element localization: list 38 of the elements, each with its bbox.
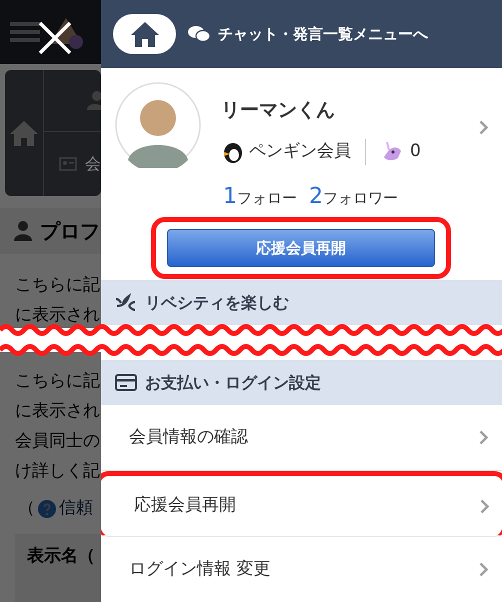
home-button[interactable] — [113, 14, 176, 54]
help-icon — [38, 500, 56, 518]
resume-membership-button[interactable]: 応援会員再開 — [167, 229, 435, 267]
home-icon — [128, 20, 160, 48]
follow-count[interactable]: 1 — [223, 180, 237, 213]
chevron-right-icon — [479, 120, 488, 135]
paragraph-line: け詳しく記 — [14, 460, 101, 483]
leaf-icon — [115, 293, 137, 312]
section-heading: リベシティを楽しむ — [145, 292, 289, 314]
section-title: プロフ — [40, 218, 100, 245]
chevron-right-icon — [479, 430, 488, 445]
follower-label: フォロワー — [323, 188, 398, 209]
tile-label[interactable]: 会 — [85, 152, 101, 176]
paragraph-line: 会員同士の — [14, 430, 101, 453]
follower-count[interactable]: 2 — [309, 180, 323, 213]
field-label: 表示名（ — [27, 546, 95, 566]
paragraph-line: に表示され — [14, 304, 101, 327]
menu-item[interactable]: 会員情報の確認 — [101, 405, 502, 471]
menu-item[interactable]: 応援会員再開 — [101, 471, 502, 537]
chat-bubbles-icon — [188, 25, 210, 43]
id-card-icon — [59, 156, 77, 171]
paragraph-line: こちらに記 — [14, 274, 101, 297]
user-name: リーマンくん — [221, 98, 336, 123]
credit-card-icon — [115, 373, 137, 392]
chevron-right-icon — [479, 562, 488, 577]
penguin-icon — [221, 140, 243, 162]
person-icon — [14, 221, 32, 241]
section-heading: お支払い・ログイン設定 — [145, 372, 321, 394]
follow-label: フォロー — [237, 188, 297, 209]
membership-label: ペンギン会員 — [249, 140, 351, 163]
menu-item[interactable]: ログイン情報 変更 — [101, 537, 502, 602]
help-link[interactable]: 信頼 — [59, 496, 93, 522]
parenthesis: （ — [18, 497, 35, 520]
paragraph-line: こちらに記 — [14, 370, 101, 393]
chevron-right-icon — [480, 498, 489, 514]
close-icon[interactable] — [37, 20, 73, 56]
coin-count: 0 — [410, 140, 421, 163]
paragraph-line: に表示され — [14, 400, 101, 423]
